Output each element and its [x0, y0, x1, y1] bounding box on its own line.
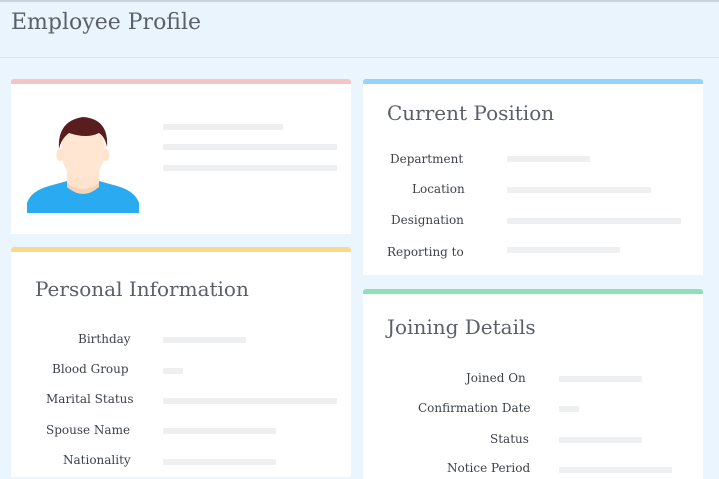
reporting-to-value — [507, 247, 620, 253]
detail-placeholder — [163, 165, 337, 171]
notice-period-label: Notice Period — [447, 461, 531, 475]
current-position-title: Current Position — [387, 101, 555, 125]
joining-details-title: Joining Details — [387, 315, 536, 339]
status-label: Status — [490, 432, 529, 446]
status-value — [559, 437, 642, 443]
blood-group-value — [163, 368, 183, 374]
marital-status-value — [163, 398, 337, 404]
department-value — [507, 156, 590, 162]
page-title: Employee Profile — [11, 10, 202, 35]
designation-value — [507, 218, 681, 224]
location-value — [507, 187, 651, 193]
user-avatar-icon — [27, 117, 139, 213]
spouse-name-value — [163, 428, 276, 434]
nationality-label: Nationality — [63, 453, 131, 467]
joined-on-label: Joined On — [466, 371, 526, 385]
birthday-label: Birthday — [78, 332, 131, 346]
location-label: Location — [412, 182, 465, 196]
joined-on-value — [559, 376, 642, 382]
department-label: Department — [390, 152, 464, 166]
spouse-name-label: Spouse Name — [46, 423, 131, 437]
designation-label: Designation — [391, 213, 464, 227]
title-placeholder — [163, 144, 337, 150]
page-header: Employee Profile — [0, 0, 719, 58]
nationality-value — [163, 459, 276, 465]
confirmation-date-label: Confirmation Date — [418, 401, 531, 415]
name-placeholder — [163, 124, 283, 130]
reporting-to-label: Reporting to — [387, 245, 464, 259]
blood-group-label: Blood Group — [52, 362, 129, 376]
personal-information-title: Personal Information — [35, 277, 249, 301]
notice-period-value — [559, 467, 672, 473]
current-position-card: Current Position Department Location Des… — [363, 79, 703, 275]
personal-information-card: Personal Information Birthday Blood Grou… — [11, 247, 351, 477]
confirmation-date-value — [559, 406, 579, 412]
birthday-value — [163, 337, 246, 343]
joining-details-card: Joining Details Joined On Confirmation D… — [363, 289, 703, 479]
marital-status-label: Marital Status — [46, 392, 134, 406]
